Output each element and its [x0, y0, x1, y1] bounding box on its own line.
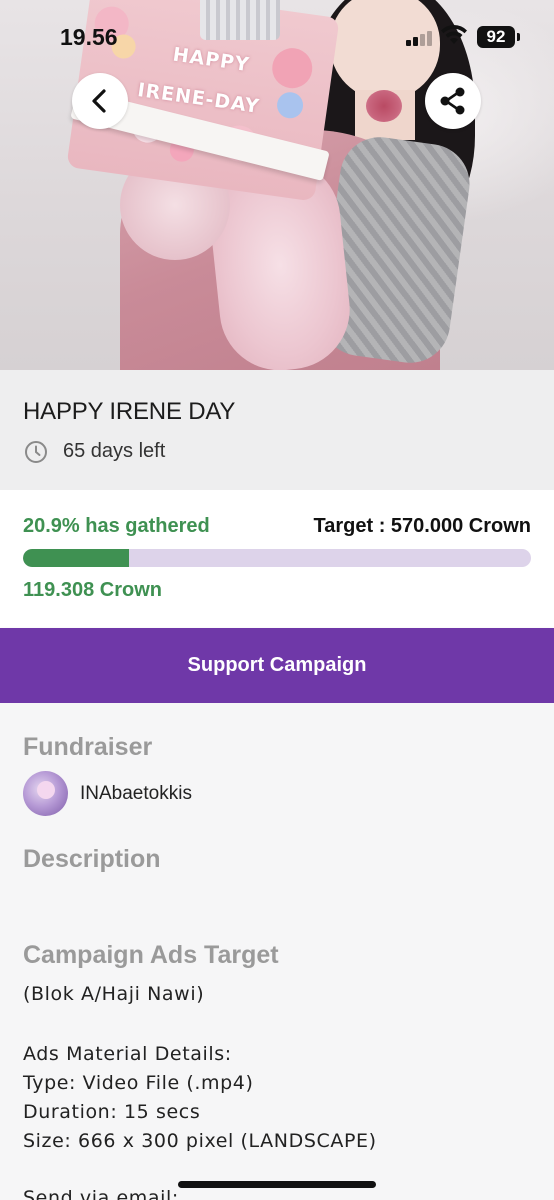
share-button[interactable] [425, 73, 481, 129]
ads-type: Type: Video File (.mp4) [23, 1072, 254, 1094]
fundraiser-name[interactable]: INAbaetokkis [80, 783, 192, 805]
ads-details-heading: Ads Material Details: [23, 1043, 232, 1065]
home-indicator[interactable] [178, 1181, 376, 1188]
ads-duration: Duration: 15 secs [23, 1101, 201, 1123]
status-bar: 19.56 92 [0, 0, 554, 72]
description-heading: Description [23, 845, 161, 873]
target-amount: Target : 570.000 Crown [313, 515, 531, 537]
ads-size: Size: 666 x 300 pixel (LANDSCAPE) [23, 1130, 377, 1152]
campaign-title-section: HAPPY IRENE DAY 65 days left [0, 370, 554, 490]
back-button[interactable] [72, 73, 128, 129]
collected-amount: 119.308 Crown [23, 579, 162, 601]
chevron-left-icon [92, 89, 106, 113]
funding-progress-section: 20.9% has gathered Target : 570.000 Crow… [0, 490, 554, 628]
avatar[interactable] [23, 771, 68, 816]
support-campaign-button[interactable]: Support Campaign [0, 628, 554, 703]
ads-send-via: Send via email: [23, 1187, 179, 1200]
campaign-title: HAPPY IRENE DAY [23, 398, 236, 425]
fundraiser-heading: Fundraiser [23, 733, 153, 761]
wifi-icon [441, 24, 467, 44]
battery-icon: 92 [477, 26, 515, 48]
days-left: 65 days left [63, 440, 166, 462]
progress-bar [23, 549, 531, 567]
rose-choker [366, 90, 402, 122]
share-icon [440, 87, 465, 115]
gathered-percentage: 20.9% has gathered [23, 515, 210, 537]
clock-icon [25, 441, 47, 463]
ads-location: (Blok A/Haji Nawi) [23, 983, 205, 1005]
cellular-signal-icon [406, 30, 436, 46]
campaign-details: Fundraiser INAbaetokkis Description Camp… [0, 703, 554, 1200]
status-time: 19.56 [60, 24, 118, 50]
progress-bar-fill [23, 549, 130, 567]
ads-target-heading: Campaign Ads Target [23, 941, 279, 969]
